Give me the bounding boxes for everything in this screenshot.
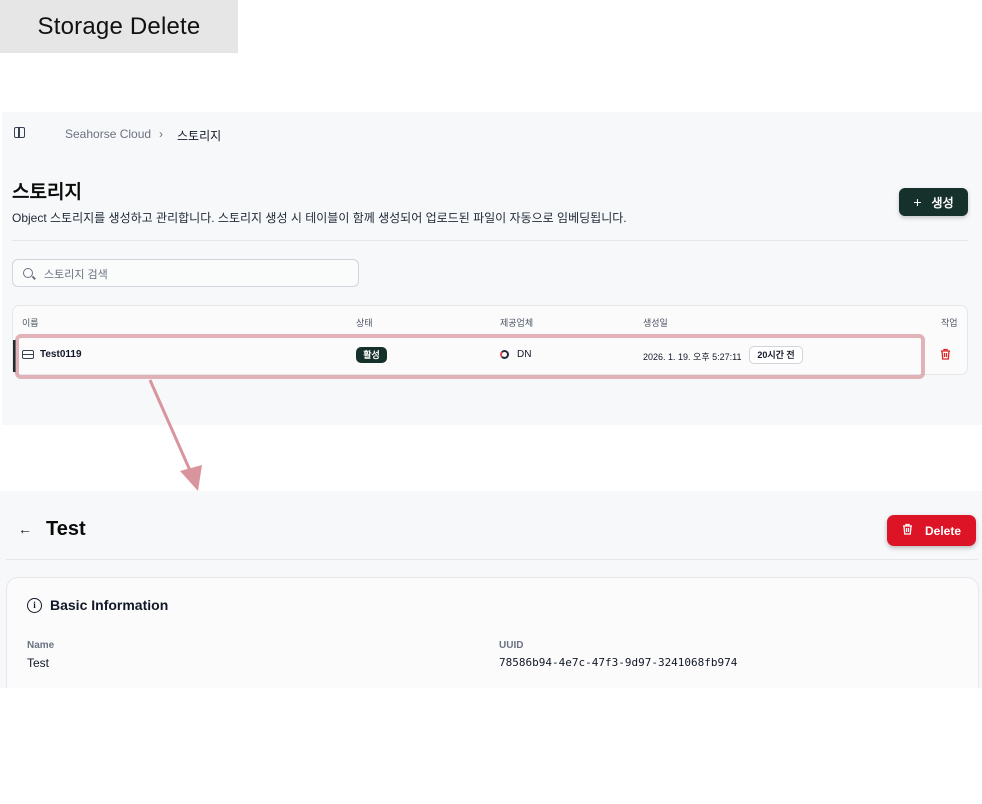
name-label: Name bbox=[27, 640, 55, 651]
title-tab: Storage Delete bbox=[0, 0, 238, 53]
card-title: Basic Information bbox=[50, 597, 169, 613]
page-background bbox=[0, 688, 982, 804]
breadcrumb-current: 스토리지 bbox=[177, 129, 222, 143]
divider bbox=[6, 559, 978, 560]
info-icon: i bbox=[27, 598, 42, 613]
divider bbox=[12, 240, 968, 241]
column-header-status[interactable]: 상태 bbox=[356, 316, 373, 329]
create-button[interactable]: + 생성 bbox=[899, 188, 968, 216]
back-arrow-icon[interactable]: ← bbox=[18, 521, 32, 537]
search-input[interactable]: 스토리지 검색 bbox=[12, 259, 359, 287]
annotation-arrow bbox=[148, 379, 202, 491]
sidebar-toggle-icon[interactable] bbox=[14, 127, 25, 138]
column-header-name[interactable]: 이름 bbox=[22, 316, 39, 329]
name-value: Test bbox=[27, 656, 50, 670]
breadcrumb-root[interactable]: Seahorse Cloud bbox=[65, 127, 151, 141]
page-description: Object 스토리지를 생성하고 관리합니다. 스토리지 생성 시 테이블이 … bbox=[12, 211, 627, 225]
trash-icon bbox=[902, 523, 913, 538]
delete-button[interactable]: Delete bbox=[887, 515, 976, 546]
column-header-actions: 작업 bbox=[941, 318, 958, 328]
uuid-label: UUID bbox=[499, 640, 524, 651]
column-header-provider[interactable]: 제공업체 bbox=[500, 316, 533, 329]
column-header-created[interactable]: 생성일 bbox=[643, 316, 668, 329]
trash-icon[interactable] bbox=[940, 348, 951, 363]
page-title: 스토리지 bbox=[12, 182, 82, 203]
search-placeholder: 스토리지 검색 bbox=[44, 269, 108, 281]
detail-title: Test bbox=[46, 518, 86, 540]
breadcrumb-separator: › bbox=[159, 127, 163, 141]
highlight-box bbox=[15, 334, 925, 379]
search-icon bbox=[23, 268, 33, 278]
delete-button-label: Delete bbox=[924, 523, 962, 538]
plus-icon: + bbox=[913, 194, 922, 210]
uuid-value: 78586b94-4e7c-47f3-9d97-3241068fb974 bbox=[499, 656, 738, 669]
create-button-label: 생성 bbox=[931, 195, 954, 210]
